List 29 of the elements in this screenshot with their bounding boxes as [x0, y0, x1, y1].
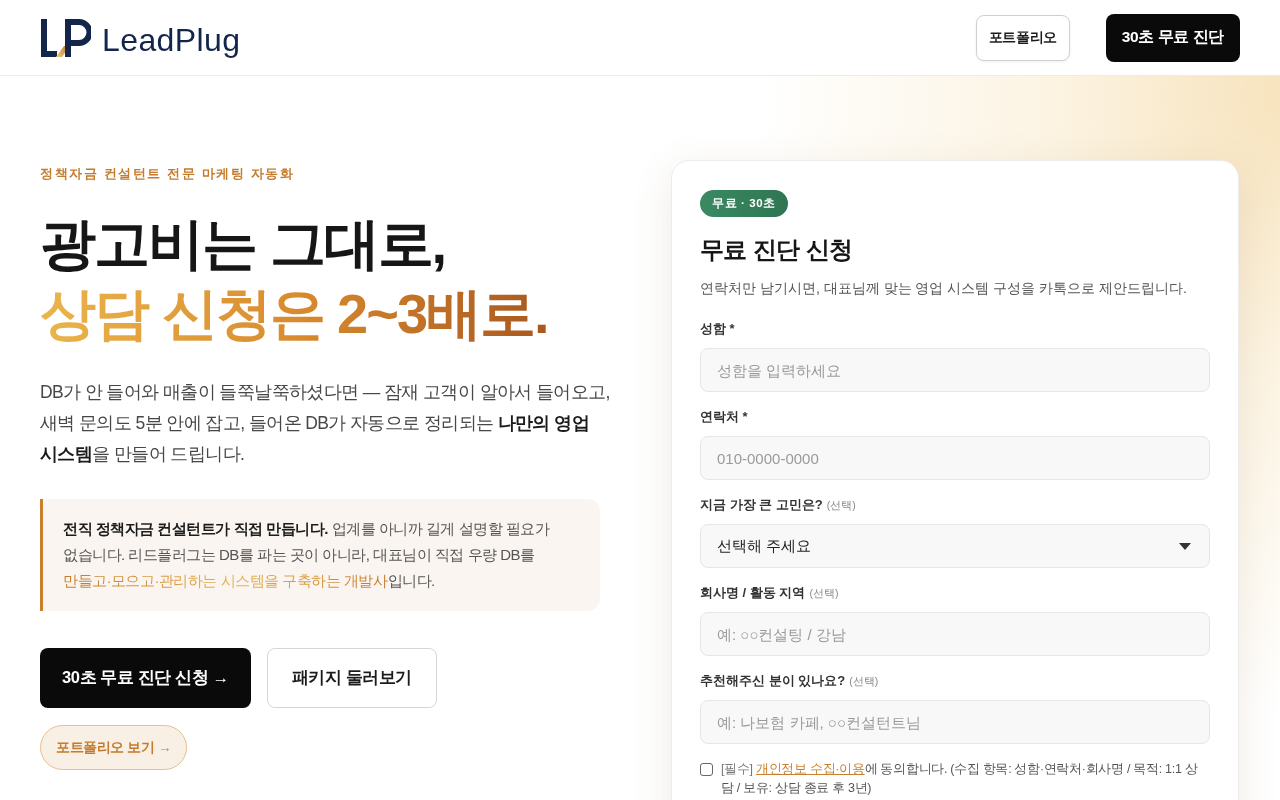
caret-icon [1179, 542, 1191, 550]
apply-button[interactable]: 30초 무료 진단 신청 → [40, 648, 251, 708]
input-field[interactable]: 성함을 입력하세요 [700, 348, 1210, 392]
optional-hint: (선택) [809, 586, 839, 601]
lead-text: DB가 안 들어와 매출이 들쭉날쭉하셨다면 — 잠재 고객이 알아서 들어오고, 새벽 문의도 5분 안에 잡고, 들어온 DB가 자동으로 정리되는 나만의 영업 시스템을 만들어 드립니다. [40, 381, 611, 466]
input-field[interactable]: 예: 나보험 카페, ○○컨설턴트님 [700, 700, 1210, 744]
logo-icon [41, 18, 91, 57]
consent-text: [필수] 개인정보 수집·이용에 동의합니다. (수집 항목: 성함·연락처·회사명 / 목적: 1:1 상담 / 보유: 상담 종료 후 3년) [721, 761, 1199, 797]
field-label: 지금 가장 큰 고민은? [700, 496, 823, 514]
consent-checkbox[interactable] [700, 763, 713, 776]
optional-hint: (선택) [826, 498, 856, 513]
input-field[interactable]: 예: ○○컨설팅 / 강남 [700, 612, 1210, 656]
input-field[interactable]: 010-0000-0000 [700, 436, 1210, 480]
field-label: 추천해주신 분이 있나요? [700, 672, 846, 690]
diagnosis-button[interactable]: 30초 무료 진단 [1105, 13, 1240, 62]
form-subtitle: 연락처만 남기시면, 대표님께 맞는 영업 시스템 구성을 카톡으로 제안드립니다. [700, 279, 1188, 298]
eyebrow-text: 정책자금 컨설턴트 전문 마케팅 자동화 [40, 165, 296, 183]
field-label: 성함 * [700, 320, 735, 338]
free-badge: 무료 · 30초 [700, 190, 788, 217]
portfolio-button[interactable]: 포트폴리오 [975, 14, 1070, 61]
callout-text: 전직 정책자금 컨설턴트가 직접 만듭니다. 업계를 아니까 길게 설명할 필요가 없습니다. 리드플러그는 DB를 파는 곳이 아니라, 대표님이 직접 우량 DB를 만들고·모으고·관리하는 시스템을 구축하는 개발사입니다. [63, 519, 551, 591]
form-title: 무료 진단 신청 [700, 235, 854, 265]
optional-hint: (선택) [849, 674, 879, 689]
select-field[interactable]: 선택해 주세요 [700, 524, 1210, 568]
hero-headline: 광고비는 그대로, 상담 신청은 2~3배로. [40, 209, 600, 349]
logo-text: LeadPlug [102, 23, 241, 56]
packages-button[interactable]: 패키지 둘러보기 [266, 648, 437, 708]
field-label: 연락처 * [700, 408, 748, 426]
field-label: 회사명 / 활동 지역 [700, 584, 806, 602]
